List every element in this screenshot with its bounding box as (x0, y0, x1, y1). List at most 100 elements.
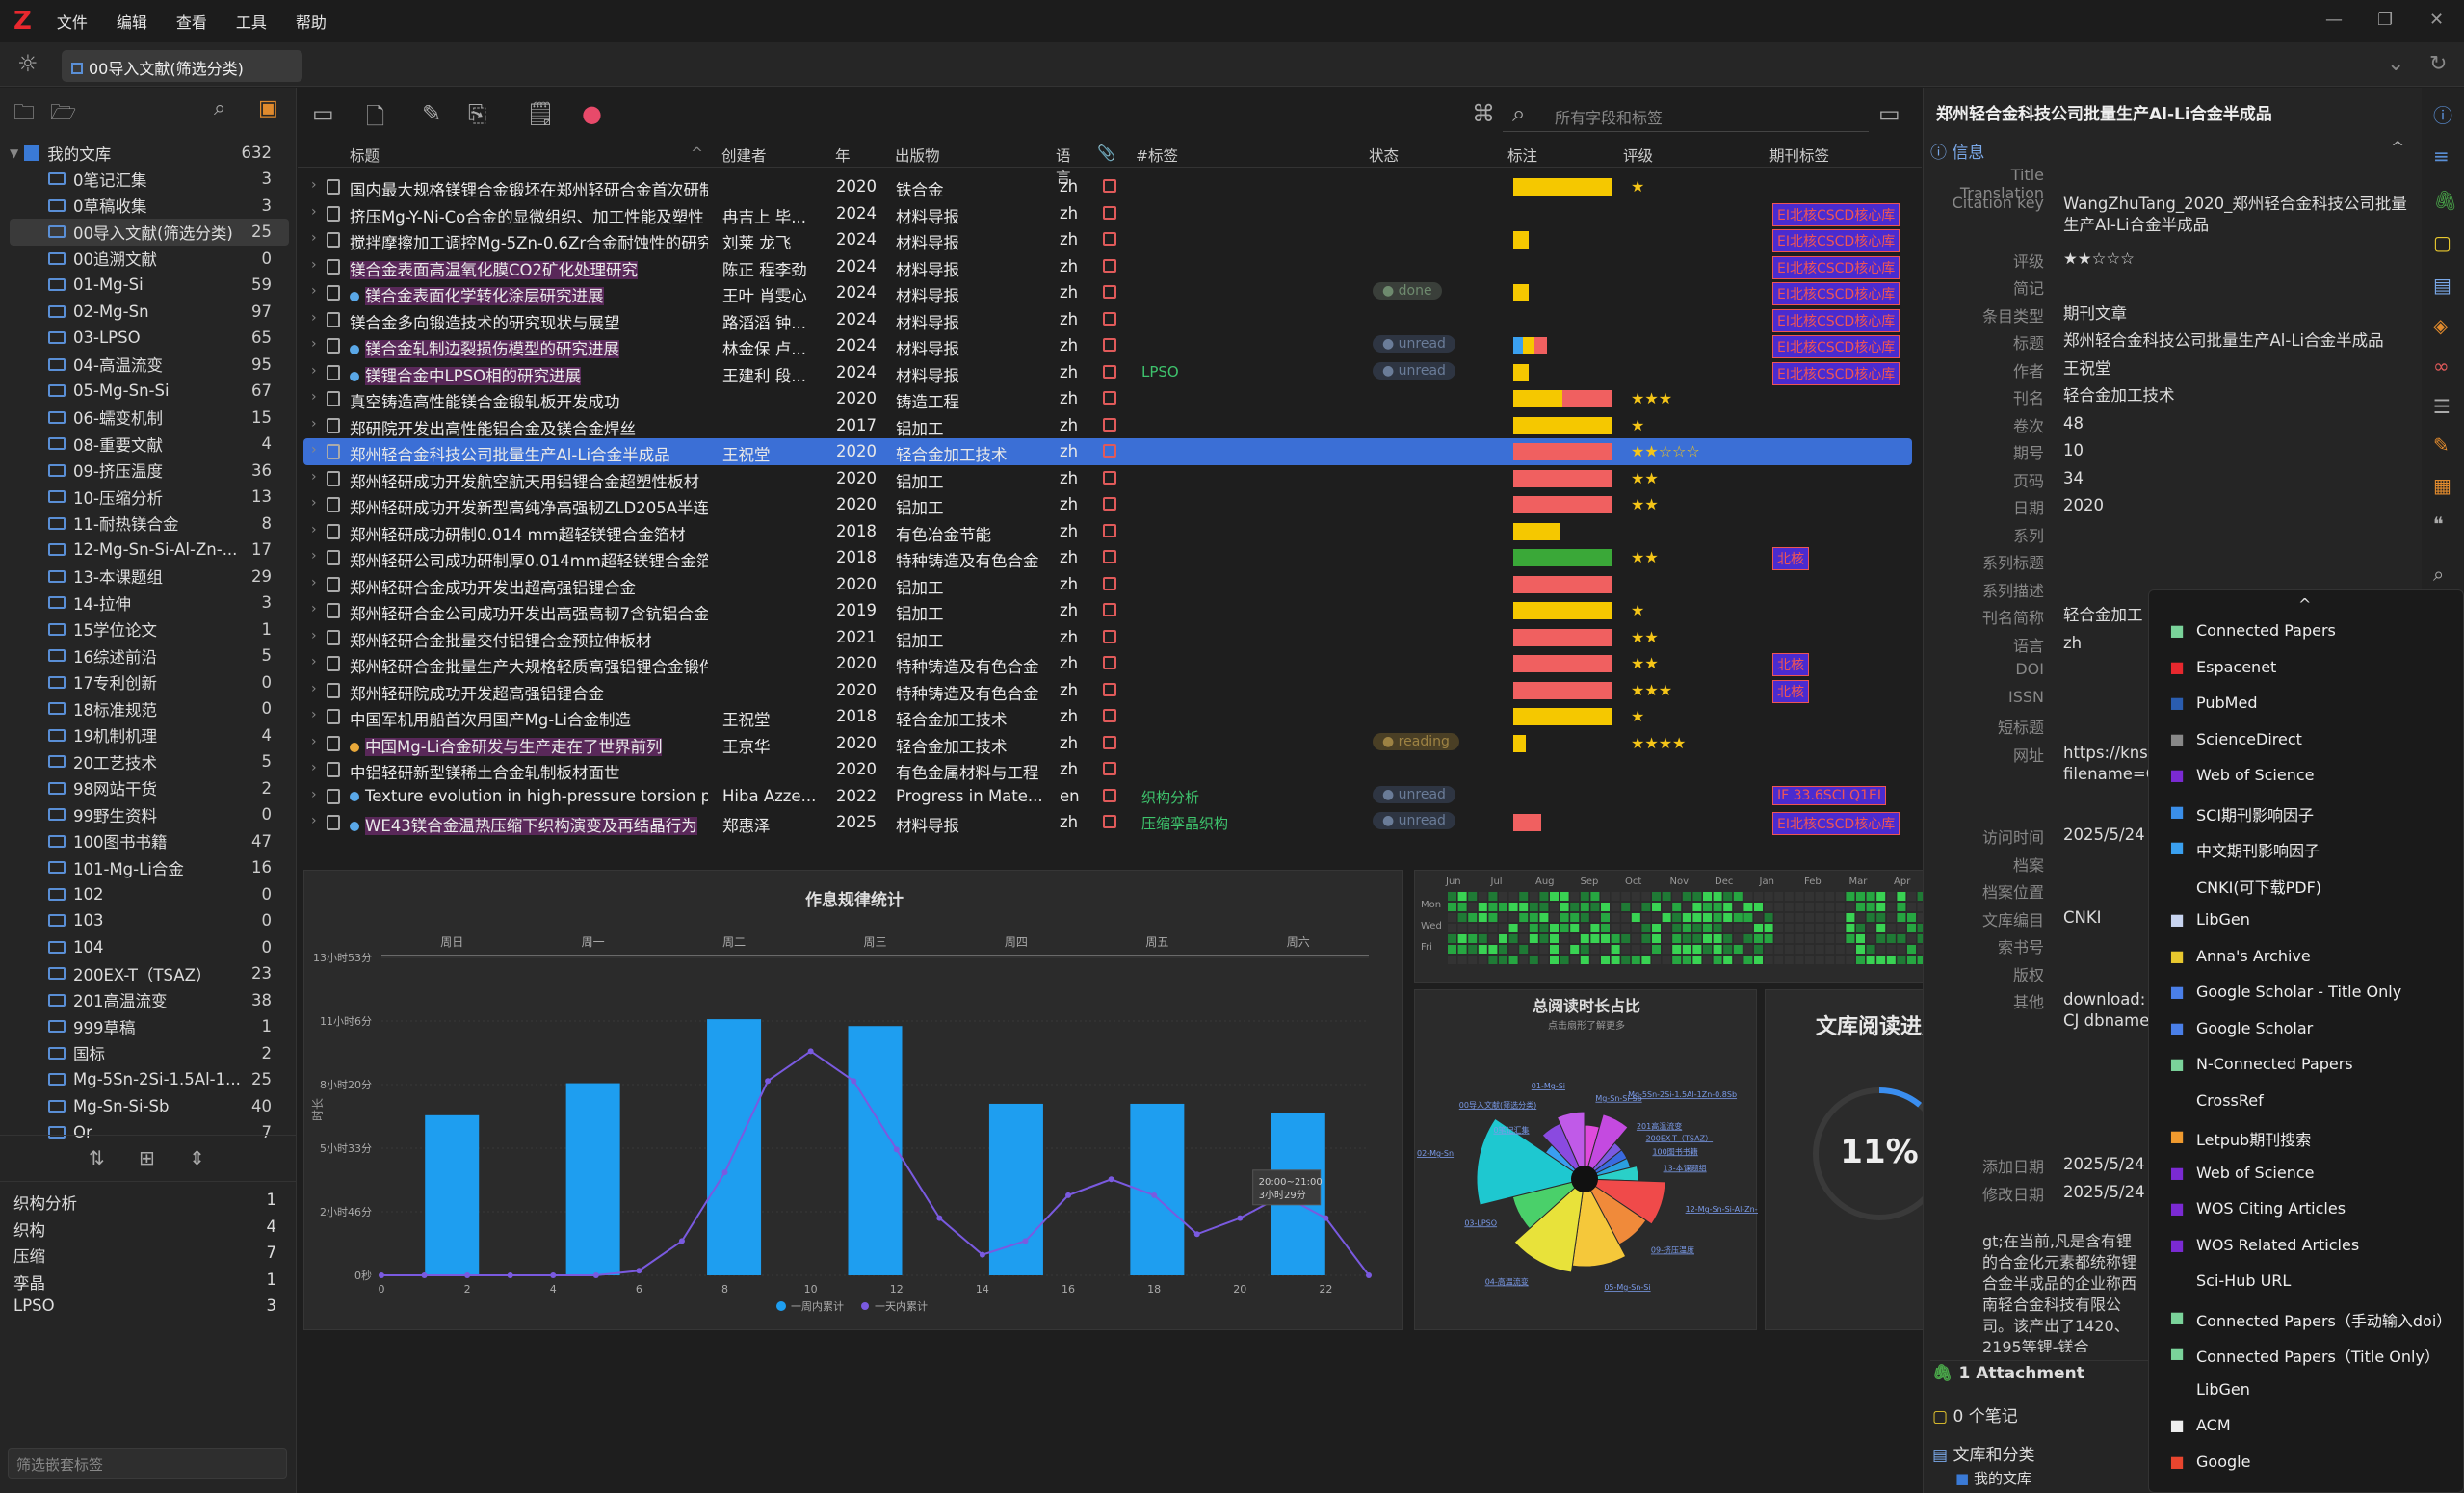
table-row[interactable]: › 中国军机用船首次用国产Mg-Li合金制造 王祝堂 2018 轻合金加工技术 … (303, 703, 1912, 730)
sort-icon[interactable]: ⇅ (89, 1146, 105, 1169)
collection-item[interactable]: 0笔记汇集 3 (10, 166, 289, 193)
table-row[interactable]: › 镁合金轧制边裂损伤模型的研究进展 林金保 卢... 2024 材料导报 zh… (303, 332, 1912, 359)
row-rating[interactable]: ★★ (1631, 469, 1659, 487)
table-row[interactable]: › 郑州轻研合金批量交付铝锂合金预拉伸板材 2021 铝加工 zh ★★ (303, 624, 1912, 651)
magic-wand-icon[interactable]: ✎ (422, 100, 441, 127)
table-row[interactable]: › 郑州轻研成功研制0.014 mm超轻镁锂合金箔材 2018 有色冶金节能 z… (303, 518, 1912, 545)
menu-tools[interactable]: 工具 (236, 10, 267, 33)
collection-item[interactable]: Mg-Sn-Si-Sb 40 (10, 1093, 289, 1120)
item-pane-toggle-icon[interactable]: ▭ (1878, 100, 1900, 127)
pdf-icon[interactable] (1103, 470, 1116, 485)
lookup-menu-item[interactable]: ■ Google Scholar (2167, 1017, 2456, 1046)
row-rating[interactable]: ★ (1631, 416, 1644, 434)
collection-item[interactable]: 15学位论文 1 (10, 616, 289, 643)
table-row[interactable]: › WE43镁合金温热压缩下织构演变及再结晶行为 郑惠泽 2025 材料导报 z… (303, 809, 1912, 836)
pdf-icon[interactable] (1103, 391, 1116, 405)
table-row[interactable]: › 郑州轻研合金公司成功开发出高强高韧7含钪铝合金 2019 铝加工 zh ★ (303, 597, 1912, 624)
collection-item[interactable]: 00导入文献(筛选分类) 25 (10, 219, 289, 246)
chevron-right-icon[interactable]: › (311, 601, 317, 616)
chevron-right-icon[interactable]: › (311, 734, 317, 749)
table-row[interactable]: › 镁合金表面化学转化涂层研究进展 王叶 肖雯心 2024 材料导报 zh ● … (303, 279, 1912, 306)
lookup-menu-item[interactable]: ■ CNKI(可下载PDF) (2167, 873, 2456, 902)
chevron-right-icon[interactable]: › (311, 363, 317, 379)
lookup-menu-item[interactable]: ■ PubMed (2167, 692, 2456, 720)
collection-item[interactable]: Mg-5Sn-2Si-1.5Al-1... 25 (10, 1066, 289, 1093)
collection-item[interactable]: 18标准规范 0 (10, 695, 289, 722)
table-row[interactable]: › 郑州轻研院成功开发超高强铝锂合金 2020 特种铸造及有色合金 zh ★★★… (303, 677, 1912, 704)
collection-item[interactable]: 103 0 (10, 907, 289, 934)
field-value[interactable]: 48 (2063, 413, 2420, 436)
field-value[interactable]: WangZhuTang_2020_郑州轻合金科技公司批量生产Al-Li合金半成品 (2063, 194, 2420, 240)
row-rating[interactable]: ★★ (1631, 548, 1659, 566)
collection-item[interactable]: 16综述前沿 5 (10, 642, 289, 669)
table-row[interactable]: › 国内最大规格镁锂合金锻坯在郑州轻研合金首次研制 2020 铁合金 zh ★ (303, 173, 1912, 200)
pdf-icon[interactable] (1103, 311, 1116, 326)
collection-item[interactable]: 00追溯文献 0 (10, 246, 289, 273)
tag-item[interactable]: 织构 4 (13, 1218, 288, 1244)
pdf-icon[interactable] (1103, 656, 1116, 669)
row-rating[interactable]: ★★ (1631, 654, 1659, 672)
col-year[interactable]: 年 (835, 144, 851, 166)
close-icon[interactable]: ✕ (2429, 10, 2444, 30)
lookup-menu-item[interactable]: ■ Connected Papers (2167, 619, 2456, 648)
chevron-right-icon[interactable]: › (311, 813, 317, 828)
libraries-nav-icon[interactable]: ▤ (2433, 274, 2452, 297)
table-row[interactable]: › 郑州轻研合金批量生产大规格轻质高强铝锂合金锻件 2020 特种铸造及有色合金… (303, 650, 1912, 677)
chevron-up-icon[interactable]: ^ (2391, 139, 2404, 158)
collection-item[interactable]: 03-LPSO 65 (10, 325, 289, 352)
pdf-icon[interactable] (1103, 603, 1116, 616)
table-row[interactable]: › 郑州轻研成功开发新型高纯净高强韧ZLD205A半连铸 2020 铝加工 zh… (303, 491, 1912, 518)
table-row[interactable]: › 郑州轻合金科技公司批量生产Al-Li合金半成品 王祝堂 2020 轻合金加工… (303, 438, 1912, 465)
chevron-right-icon[interactable]: › (311, 283, 317, 299)
col-journal-tags[interactable]: 期刊标签 (1769, 144, 1829, 166)
field-value[interactable]: 轻合金加工技术 (2063, 385, 2420, 408)
quote-icon[interactable]: ❝ (2433, 512, 2452, 536)
table-row[interactable]: › 郑州轻研合金成功开发出超高强铝锂合金 2020 铝加工 zh (303, 571, 1912, 598)
menu-help[interactable]: 帮助 (296, 10, 327, 33)
collection-item[interactable]: 国标 2 (10, 1040, 289, 1067)
expand-icon[interactable]: ⇕ (189, 1146, 205, 1169)
sort-ascending-icon[interactable]: ^ (691, 144, 703, 162)
lookup-menu-item[interactable]: ■ N-Connected Papers (2167, 1053, 2456, 1082)
lookup-menu-item[interactable]: ■ ACM (2167, 1414, 2456, 1443)
tag-filter-input[interactable]: 筛选嵌套标签 (8, 1448, 287, 1479)
row-rating[interactable]: ★★★★ (1631, 734, 1686, 752)
minimize-icon[interactable]: — (2325, 10, 2343, 30)
chevron-right-icon[interactable]: › (311, 522, 317, 537)
new-collection-icon[interactable]: 🗀 (13, 96, 35, 133)
new-item-icon[interactable]: 🗋 (366, 100, 384, 140)
pdf-icon[interactable] (1103, 576, 1116, 590)
pdf-icon[interactable] (1103, 815, 1116, 828)
collection-item[interactable]: 17专利创新 0 (10, 669, 289, 696)
attachment-nav-icon[interactable]: 🖇 (2433, 189, 2457, 212)
libraries-section[interactable]: ▤ 文库和分类 (1932, 1441, 2034, 1465)
field-value[interactable]: 王祝堂 (2063, 358, 2420, 381)
pdf-icon[interactable] (1103, 497, 1116, 511)
pdf-icon[interactable] (1103, 205, 1116, 220)
field-value[interactable]: 郑州轻合金科技公司批量生产Al-Li合金半成品 (2063, 330, 2420, 354)
collection-item[interactable]: 11-耐热镁合金 8 (10, 511, 289, 537)
table-row[interactable]: › 郑州轻研公司成功研制厚0.014mm超轻镁锂合金箔 2018 特种铸造及有色… (303, 544, 1912, 571)
search-icon[interactable]: ⌕ (214, 96, 225, 120)
library-root[interactable]: ▼ 我的文库 632 (10, 140, 289, 167)
collection-item[interactable]: 99野生资料 0 (10, 801, 289, 828)
chevron-right-icon[interactable]: › (311, 177, 317, 193)
chevron-right-icon[interactable]: › (311, 654, 317, 669)
table-row[interactable]: › 镁锂合金中LPSO相的研究进展 王建利 段... 2024 材料导报 zh … (303, 359, 1912, 386)
notes-nav-icon[interactable]: ▢ (2433, 231, 2452, 254)
related-nav-icon[interactable]: ∞ (2433, 354, 2452, 378)
pdf-icon[interactable] (1103, 629, 1116, 643)
lookup-menu-item[interactable]: ■ LibGen (2167, 1378, 2456, 1407)
lookup-menu-item[interactable]: ■ Web of Science (2167, 1162, 2456, 1191)
collection-item[interactable]: 20工艺技术 5 (10, 748, 289, 775)
row-rating[interactable]: ★ (1631, 601, 1644, 619)
collection-item[interactable]: 08-重要文献 4 (10, 431, 289, 458)
edit-nav-icon[interactable]: ✎ (2433, 433, 2452, 457)
collection-item[interactable]: 06-蠕变机制 15 (10, 405, 289, 432)
chevron-down-icon[interactable]: ▼ (10, 146, 18, 160)
pdf-icon[interactable] (1103, 179, 1116, 193)
collection-item[interactable]: 01-Mg-Si 59 (10, 272, 289, 299)
pdf-icon[interactable] (1103, 338, 1116, 352)
chevron-right-icon[interactable]: › (311, 760, 317, 775)
new-note-icon[interactable]: 🗒 (526, 100, 555, 127)
